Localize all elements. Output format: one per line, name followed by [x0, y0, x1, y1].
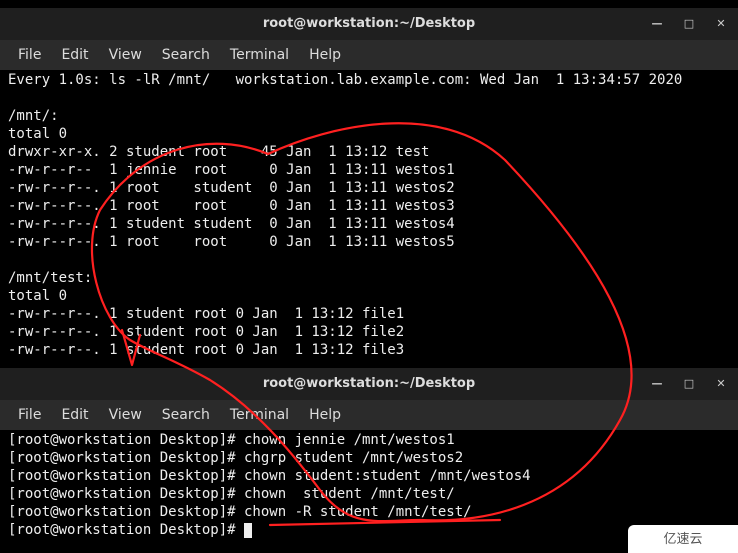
terminal-output[interactable]: [root@workstation Desktop]# chown jennie…	[0, 430, 738, 540]
maximize-icon[interactable]: □	[676, 371, 702, 397]
menu-terminal[interactable]: Terminal	[220, 403, 299, 427]
watermark: 亿速云	[628, 525, 738, 553]
menu-edit[interactable]: Edit	[51, 403, 98, 427]
close-icon[interactable]: ✕	[708, 371, 734, 397]
terminal-output[interactable]: Every 1.0s: ls -lR /mnt/ workstation.lab…	[0, 70, 738, 360]
menu-view[interactable]: View	[99, 403, 152, 427]
terminal-window-1: root@workstation:~/Desktop — □ ✕ File Ed…	[0, 8, 738, 368]
menubar: File Edit View Search Terminal Help	[0, 40, 738, 70]
window-title: root@workstation:~/Desktop	[263, 375, 475, 393]
menubar: File Edit View Search Terminal Help	[0, 400, 738, 430]
watermark-text: 亿速云	[663, 530, 702, 548]
close-icon[interactable]: ✕	[708, 11, 734, 37]
window-controls: — □ ✕	[638, 8, 734, 40]
menu-help[interactable]: Help	[299, 43, 351, 67]
window-controls: — □ ✕	[638, 368, 734, 400]
minimize-icon[interactable]: —	[644, 11, 670, 37]
titlebar[interactable]: root@workstation:~/Desktop — □ ✕	[0, 368, 738, 400]
window-title: root@workstation:~/Desktop	[263, 15, 475, 33]
cursor	[244, 523, 252, 538]
terminal-window-2: root@workstation:~/Desktop — □ ✕ File Ed…	[0, 368, 738, 550]
menu-edit[interactable]: Edit	[51, 43, 98, 67]
menu-search[interactable]: Search	[152, 403, 220, 427]
menu-view[interactable]: View	[99, 43, 152, 67]
menu-file[interactable]: File	[8, 403, 51, 427]
menu-terminal[interactable]: Terminal	[220, 43, 299, 67]
menu-file[interactable]: File	[8, 43, 51, 67]
maximize-icon[interactable]: □	[676, 11, 702, 37]
minimize-icon[interactable]: —	[644, 371, 670, 397]
menu-help[interactable]: Help	[299, 403, 351, 427]
titlebar[interactable]: root@workstation:~/Desktop — □ ✕	[0, 8, 738, 40]
menu-search[interactable]: Search	[152, 43, 220, 67]
